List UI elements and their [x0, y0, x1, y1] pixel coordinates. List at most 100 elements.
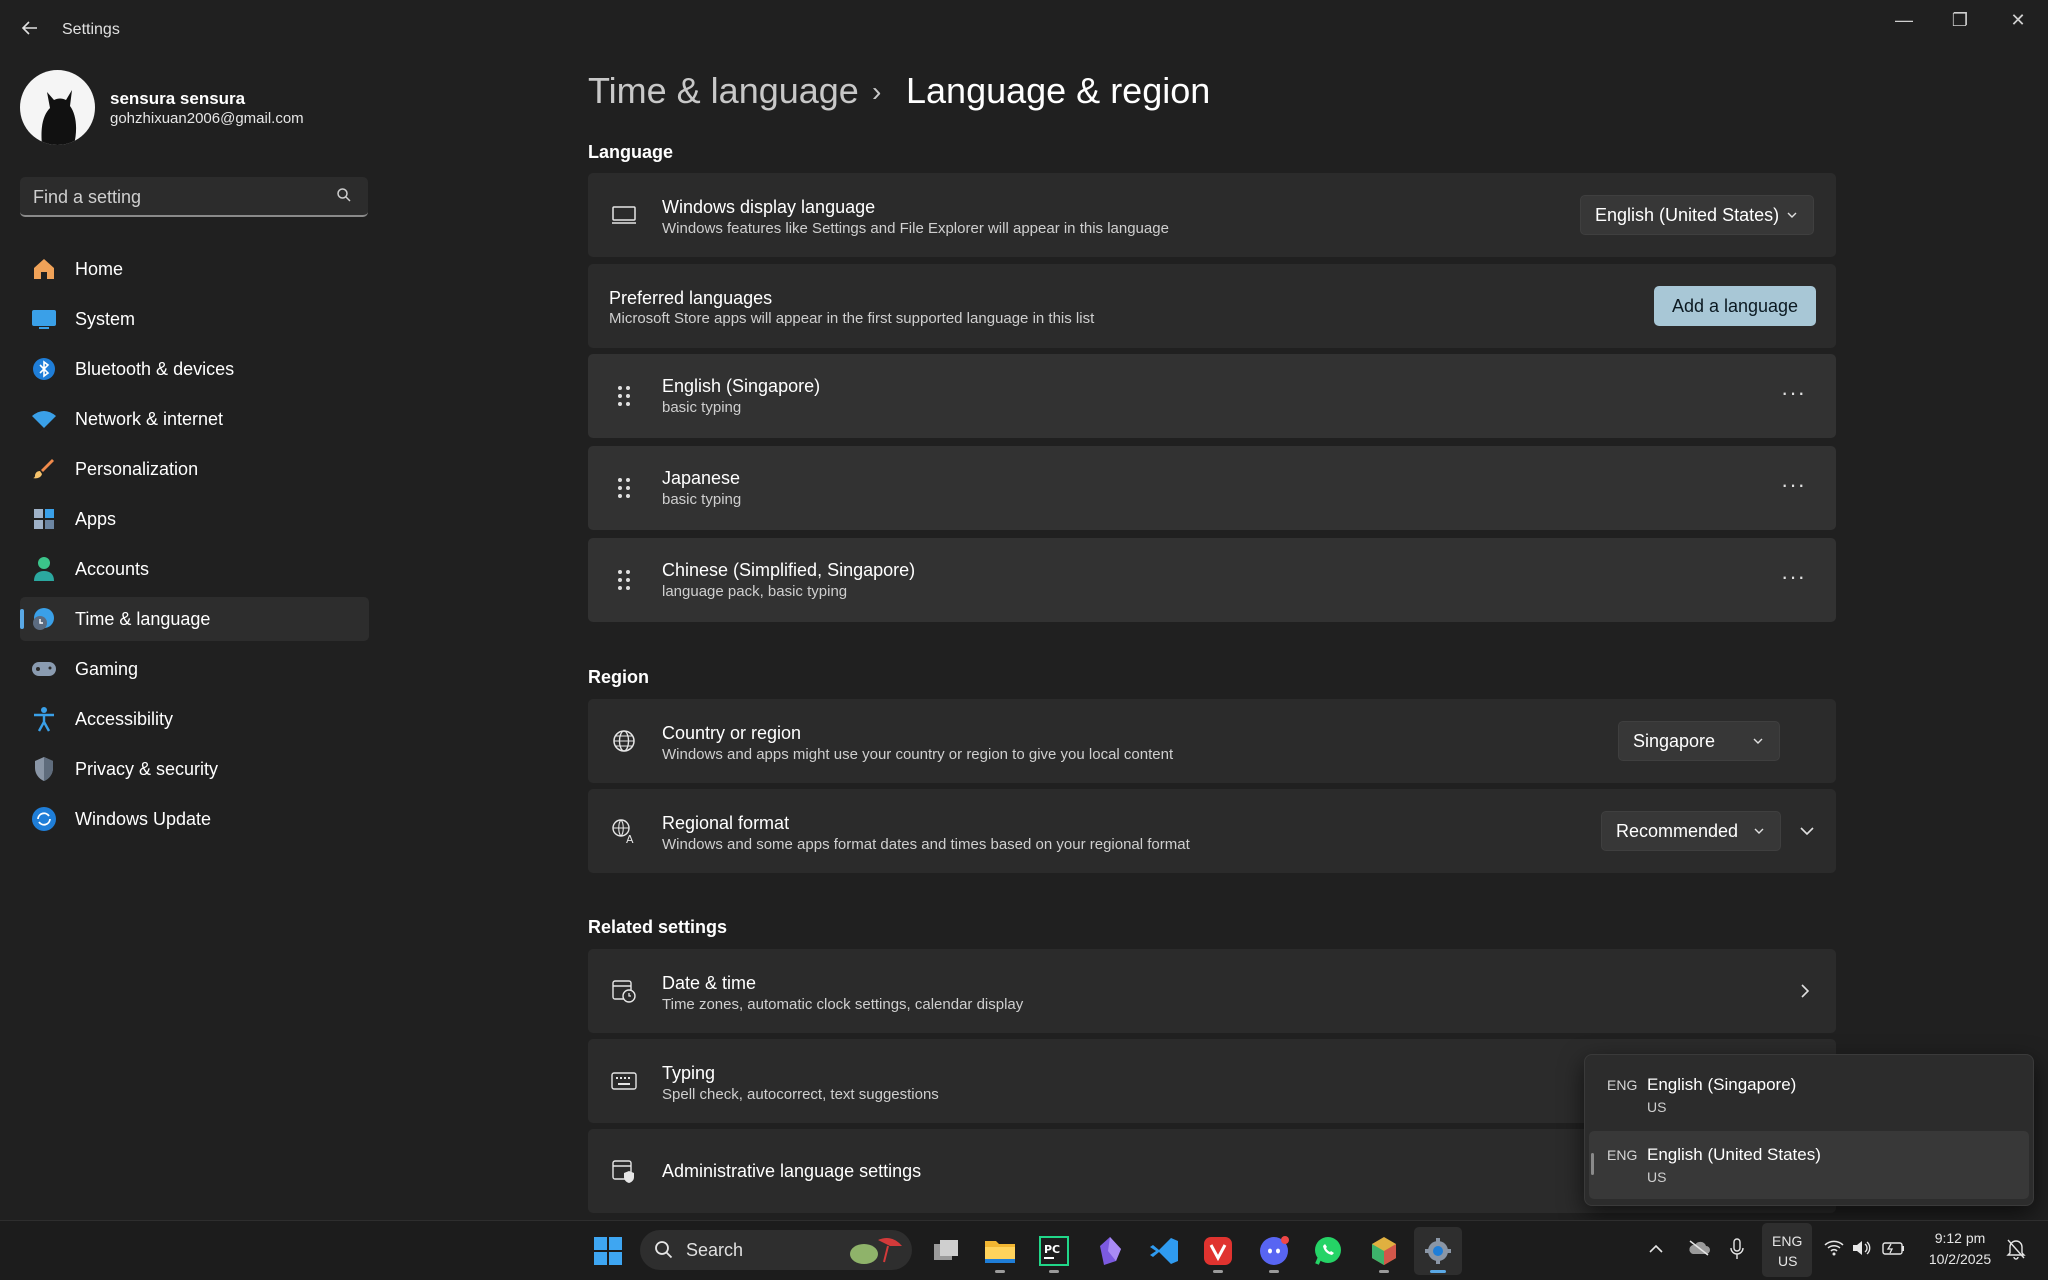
sidebar-item-label: Privacy & security	[75, 758, 219, 779]
flyout-keyboard-layout: US	[1647, 1169, 1667, 1185]
regional-format-icon: A	[608, 815, 640, 847]
sidebar-item-gaming[interactable]: Gaming	[20, 647, 369, 691]
package-app-icon[interactable]	[1360, 1227, 1408, 1275]
onedrive-offline-icon[interactable]	[1688, 1239, 1710, 1260]
more-options-button[interactable]: ···	[1781, 472, 1806, 498]
regional-format-subtitle: Windows and some apps format dates and t…	[662, 836, 1190, 853]
sidebar-item-system[interactable]: System	[20, 297, 369, 341]
window-title: Settings	[62, 21, 120, 38]
breadcrumb-parent[interactable]: Time & language	[588, 70, 859, 112]
country-region-title: Country or region	[662, 723, 802, 743]
shield-icon	[30, 755, 58, 783]
file-explorer-icon[interactable]	[976, 1227, 1024, 1275]
section-heading-language: Language	[588, 142, 674, 162]
svg-text:A: A	[626, 833, 634, 844]
restore-button[interactable]: ❐	[1932, 0, 1988, 40]
wifi-icon[interactable]	[1824, 1240, 1844, 1259]
flyout-language-code: ENG	[1607, 1077, 1638, 1093]
language-item-english-singapore[interactable]: English (Singapore) basic typing ···	[588, 354, 1836, 438]
clock-date[interactable]: 10/2/2025	[1920, 1251, 2000, 1267]
more-options-button[interactable]: ···	[1781, 380, 1806, 406]
breadcrumb-separator: ›	[872, 76, 882, 107]
sidebar-item-label: Bluetooth & devices	[75, 358, 235, 379]
accessibility-icon	[30, 705, 58, 733]
discord-icon[interactable]	[1250, 1227, 1298, 1275]
sidebar-item-label: Personalization	[75, 458, 199, 479]
language-item-japanese[interactable]: Japanese basic typing ···	[588, 446, 1836, 530]
task-view-icon[interactable]	[922, 1227, 970, 1275]
display-language-dropdown[interactable]: English (United States)	[1580, 195, 1814, 235]
obsidian-icon[interactable]	[1086, 1227, 1134, 1275]
drag-handle-icon[interactable]	[608, 472, 640, 504]
display-language-title: Windows display language	[662, 197, 876, 217]
sidebar-item-windows-update[interactable]: Windows Update	[20, 797, 369, 841]
language-name: Chinese (Simplified, Singapore)	[662, 560, 916, 580]
sidebar-item-home[interactable]: Home	[20, 247, 369, 291]
more-options-button[interactable]: ···	[1781, 564, 1806, 590]
running-indicator	[1269, 1270, 1279, 1273]
vscode-icon[interactable]	[1140, 1227, 1188, 1275]
back-arrow-icon[interactable]	[20, 18, 40, 44]
drag-handle-icon[interactable]	[608, 380, 640, 412]
sidebar-item-network[interactable]: Network & internet	[20, 397, 369, 441]
language-item-chinese[interactable]: Chinese (Simplified, Singapore) language…	[588, 538, 1836, 622]
search-icon[interactable]	[336, 187, 352, 208]
add-language-button[interactable]: Add a language	[1654, 286, 1816, 326]
settings-app-icon[interactable]	[1414, 1227, 1462, 1275]
monitor-icon	[608, 199, 640, 231]
sidebar-item-label: Accounts	[75, 558, 150, 579]
display-language-subtitle: Windows features like Settings and File …	[662, 220, 1169, 237]
running-indicator	[1213, 1270, 1223, 1273]
input-indicator-button[interactable]: ENG US	[1762, 1223, 1812, 1277]
home-icon	[30, 255, 58, 283]
preferred-languages-subtitle: Microsoft Store apps will appear in the …	[609, 310, 1095, 327]
taskbar-search-box[interactable]: Search	[640, 1230, 912, 1270]
start-button[interactable]	[584, 1227, 632, 1275]
drag-handle-icon[interactable]	[608, 564, 640, 596]
chevron-right-icon	[1796, 982, 1814, 1005]
sidebar-item-label: Home	[75, 258, 124, 279]
battery-icon[interactable]	[1882, 1240, 1906, 1259]
admin-shield-icon	[608, 1155, 640, 1187]
avatar[interactable]	[20, 70, 95, 145]
vivaldi-icon[interactable]	[1194, 1227, 1242, 1275]
search-icon	[654, 1240, 674, 1265]
sidebar-item-apps[interactable]: Apps	[20, 497, 369, 541]
regional-format-dropdown[interactable]: Recommended	[1601, 811, 1781, 851]
clock-time[interactable]: 9:12 pm	[1924, 1230, 1996, 1246]
notification-bell-icon[interactable]	[2006, 1238, 2026, 1263]
flyout-item-english-singapore[interactable]: ENG English (Singapore) US	[1589, 1061, 2029, 1129]
sidebar-item-privacy[interactable]: Privacy & security	[20, 747, 369, 791]
sidebar-item-bluetooth[interactable]: Bluetooth & devices	[20, 347, 369, 391]
whatsapp-icon[interactable]	[1304, 1227, 1352, 1275]
system-icon	[30, 305, 58, 333]
expand-chevron-icon[interactable]	[1798, 822, 1816, 845]
flyout-item-english-us[interactable]: ENG English (United States) US	[1589, 1131, 2029, 1199]
time-language-icon	[30, 605, 58, 633]
sidebar-item-time-language[interactable]: Time & language	[20, 597, 369, 641]
sidebar-item-personalization[interactable]: Personalization	[20, 447, 369, 491]
country-region-card: Country or region Windows and apps might…	[588, 699, 1836, 783]
volume-icon[interactable]	[1852, 1240, 1872, 1259]
search-input[interactable]	[20, 177, 335, 217]
sidebar-item-accessibility[interactable]: Accessibility	[20, 697, 369, 741]
svg-text:PC: PC	[1044, 1243, 1060, 1256]
regional-format-card[interactable]: A Regional format Windows and some apps …	[588, 789, 1836, 873]
show-hidden-icons-chevron-icon[interactable]	[1648, 1241, 1664, 1257]
close-button[interactable]: ✕	[1990, 0, 2046, 40]
input-keyboard-layout: US	[1778, 1253, 1798, 1269]
sidebar-item-label: Accessibility	[75, 708, 174, 729]
country-region-dropdown[interactable]: Singapore	[1618, 721, 1780, 761]
globe-icon	[608, 725, 640, 757]
pycharm-icon[interactable]: PC	[1030, 1227, 1078, 1275]
flyout-selection-indicator	[1591, 1153, 1594, 1175]
section-heading-related: Related settings	[588, 917, 728, 937]
microphone-icon[interactable]	[1730, 1238, 1744, 1263]
taskbar: Search PC ENG US 9:12 pm 10/2/2025	[0, 1220, 2048, 1280]
sidebar-item-accounts[interactable]: Accounts	[20, 547, 369, 591]
keyboard-icon	[608, 1065, 640, 1097]
update-icon	[30, 805, 58, 833]
minimize-button[interactable]: —	[1876, 0, 1932, 40]
date-time-card[interactable]: Date & time Time zones, automatic clock …	[588, 949, 1836, 1033]
selection-indicator	[20, 609, 24, 629]
